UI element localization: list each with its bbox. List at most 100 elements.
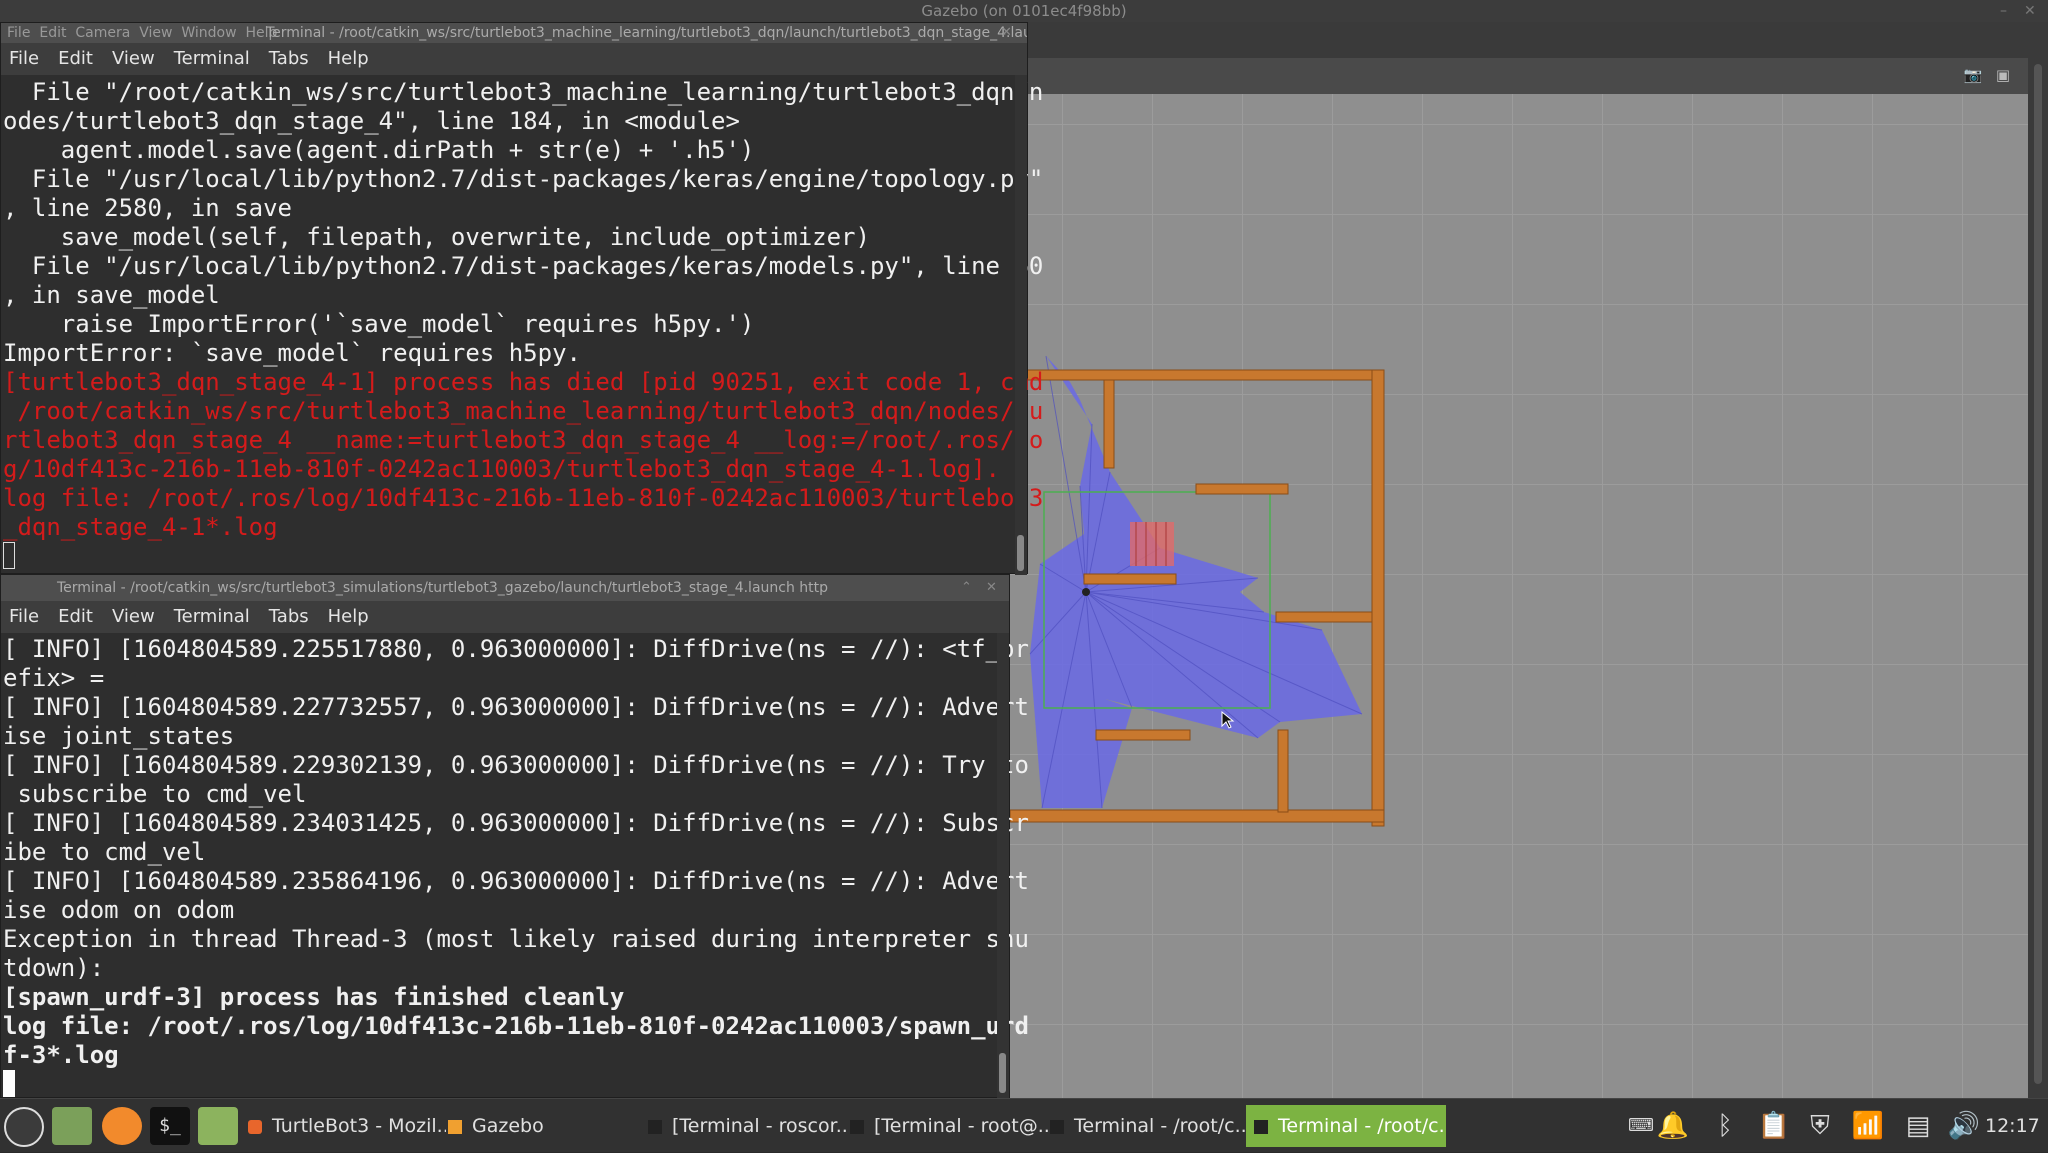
record-log-icon[interactable]: ▣ — [1993, 66, 2013, 84]
menu-tabs[interactable]: Tabs — [269, 606, 309, 627]
terminal-line: _dqn_stage_4-1*.log — [3, 513, 278, 541]
wall-inner-2 — [1195, 483, 1289, 495]
firefox-icon — [248, 1119, 262, 1134]
menu-logo-icon[interactable] — [4, 1107, 44, 1147]
terminal-icon — [1254, 1119, 1268, 1134]
clipboard-icon[interactable]: 📋 — [1754, 1109, 1794, 1143]
terminal-icon — [648, 1119, 662, 1134]
laser-scan-area — [1030, 356, 1362, 808]
robot — [1082, 588, 1090, 596]
clock[interactable]: 12:17 — [1985, 1099, 2040, 1153]
terminal-line: ise odom on odom — [3, 896, 235, 924]
terminal-line: [ INFO] [1604804589.227732557, 0.9630000… — [3, 693, 1029, 721]
terminal-line: File "/usr/local/lib/python2.7/dist-pack… — [3, 165, 1044, 193]
terminal-menu-bar: File Edit View Terminal Tabs Help — [1, 43, 1027, 75]
terminal-line: f-3*.log — [3, 1041, 119, 1069]
terminal-window-dqn[interactable]: File Edit Camera View Window Help Termin… — [0, 22, 1043, 575]
terminal-line: subscribe to cmd_vel — [3, 780, 307, 808]
menu-view[interactable]: View — [112, 48, 155, 69]
terminal-line: g/10df413c-216b-11eb-810f-0242ac110003/t… — [3, 455, 1000, 483]
terminal-line: /root/catkin_ws/src/turtlebot3_machine_l… — [3, 397, 1044, 425]
close-icon[interactable]: ✕ — [2024, 0, 2036, 22]
menu-terminal[interactable]: Terminal — [174, 48, 250, 69]
show-desktop-icon[interactable] — [52, 1107, 92, 1145]
wall-right — [1371, 369, 1385, 827]
terminal-line: [spawn_urdf-3] process has finished clea… — [3, 983, 625, 1011]
keyboard-icon[interactable]: ⌨ — [1628, 1109, 1654, 1143]
terminal-line: [ INFO] [1604804589.229302139, 0.9630000… — [3, 751, 1029, 779]
volume-icon[interactable]: 🔊 — [1946, 1109, 1982, 1143]
menu-edit[interactable]: Edit — [58, 48, 93, 69]
update-shield-icon[interactable]: ⛨ — [1800, 1109, 1840, 1143]
wall-inner-5 — [1095, 729, 1191, 741]
task-terminal-root[interactable]: [Terminal - root@... — [850, 1105, 1048, 1147]
terminal-title: Terminal - /root/catkin_ws/src/turtlebot… — [57, 580, 829, 596]
firefox-launcher-icon[interactable] — [102, 1107, 142, 1145]
terminal-line: tdown): — [3, 954, 105, 982]
screenshot-camera-icon[interactable]: 📷 — [1963, 66, 1983, 84]
wall-bottom — [1010, 809, 1385, 823]
gazebo-scrollbar[interactable] — [2028, 58, 2048, 1098]
battery-icon[interactable]: ▤ — [1898, 1109, 1938, 1143]
terminal-line: log file: /root/.ros/log/10df413c-216b-1… — [3, 1012, 1029, 1040]
gazebo-toolbar: 📷 ▣ — [1018, 58, 2028, 94]
terminal-output[interactable]: File "/root/catkin_ws/src/turtlebot3_mac… — [3, 78, 1043, 571]
terminal-title: Terminal - /root/catkin_ws/src/turtlebot… — [266, 25, 1027, 41]
wall-inner-6 — [1277, 729, 1289, 813]
menu-tabs[interactable]: Tabs — [269, 48, 309, 69]
taskbar: $_ TurtleBot3 - Mozil... Gazebo [Termina… — [0, 1098, 2048, 1152]
menu-help[interactable]: Help — [328, 48, 369, 69]
wall-inner-4 — [1275, 611, 1373, 623]
terminal-line: odes/turtlebot3_dqn_stage_4", line 184, … — [3, 107, 740, 135]
bluetooth-icon[interactable]: ᛒ — [1708, 1109, 1742, 1143]
terminal-scrollbar[interactable] — [997, 633, 1009, 1099]
close-icon[interactable]: ✕ — [986, 575, 997, 601]
terminal-line: agent.model.save(agent.dirPath + str(e) … — [3, 136, 755, 164]
menu-file[interactable]: File — [9, 48, 39, 69]
terminal-line: raise ImportError('`save_model` requires… — [3, 310, 755, 338]
gazebo-menu-overlap: File Edit Camera View Window Help — [7, 25, 278, 41]
maximize-icon[interactable]: ⌃ — [961, 575, 972, 601]
gazebo-icon — [448, 1119, 462, 1134]
terminal-line: ise joint_states — [3, 722, 235, 750]
menu-edit[interactable]: Edit — [58, 606, 93, 627]
terminal-line: [ INFO] [1604804589.225517880, 0.9630000… — [3, 635, 1029, 663]
terminal-line: efix> = — [3, 664, 105, 692]
notifications-icon[interactable]: 🔔 — [1656, 1109, 1690, 1143]
gazebo-title-bar: Gazebo (on 0101ec4f98bb) – ✕ — [0, 0, 2048, 22]
menu-terminal[interactable]: Terminal — [174, 606, 250, 627]
gazebo-3d-viewport[interactable] — [1010, 94, 2028, 1098]
wall-inner-3 — [1083, 573, 1177, 585]
terminal-scrollbar[interactable] — [1015, 75, 1027, 575]
terminal-cursor — [3, 542, 15, 569]
menu-file[interactable]: File — [9, 606, 39, 627]
wall-inner-1 — [1103, 379, 1115, 469]
terminal-icon — [850, 1119, 864, 1134]
terminal-line: rtlebot3_dqn_stage_4 __name:=turtlebot3_… — [3, 426, 1044, 454]
terminal-title-bar[interactable]: File Edit Camera View Window Help Termin… — [1, 23, 1027, 43]
wifi-icon[interactable]: 📶 — [1848, 1109, 1888, 1143]
terminal-line: ImportError: `save_model` requires h5py. — [3, 339, 581, 367]
menu-help[interactable]: Help — [328, 606, 369, 627]
terminal-window-gazebo[interactable]: Terminal - /root/catkin_ws/src/turtlebot… — [0, 574, 1029, 1099]
task-gazebo[interactable]: Gazebo — [448, 1105, 628, 1147]
minimize-icon[interactable]: – — [2000, 0, 2007, 22]
task-terminal-1[interactable]: Terminal - /root/c... — [1050, 1105, 1248, 1147]
terminal-line: [ INFO] [1604804589.234031425, 0.9630000… — [3, 809, 1029, 837]
task-firefox[interactable]: TurtleBot3 - Mozil... — [248, 1105, 446, 1147]
terminal-line: log file: /root/.ros/log/10df413c-216b-1… — [3, 484, 1044, 512]
terminal-launcher-icon[interactable]: $_ — [150, 1107, 190, 1145]
terminal-cursor — [3, 1070, 15, 1097]
wall-top — [1010, 369, 1383, 381]
task-terminal-roscore[interactable]: [Terminal - roscor... — [648, 1105, 846, 1147]
terminal-line: File "/root/catkin_ws/src/turtlebot3_mac… — [3, 78, 1044, 106]
terminal-line: , in save_model — [3, 281, 220, 309]
task-terminal-2-active[interactable]: Terminal - /root/c... — [1246, 1105, 1446, 1147]
terminal-title-bar[interactable]: Terminal - /root/catkin_ws/src/turtlebot… — [1, 575, 1009, 601]
terminal-output[interactable]: [ INFO] [1604804589.225517880, 0.9630000… — [3, 635, 1029, 1099]
menu-view[interactable]: View — [112, 606, 155, 627]
terminal-line: [ INFO] [1604804589.235864196, 0.9630000… — [3, 867, 1029, 895]
terminal-line: [turtlebot3_dqn_stage_4-1] process has d… — [3, 368, 1044, 396]
close-icon[interactable]: ✕ — [1001, 23, 1012, 43]
files-launcher-icon[interactable] — [198, 1107, 238, 1145]
